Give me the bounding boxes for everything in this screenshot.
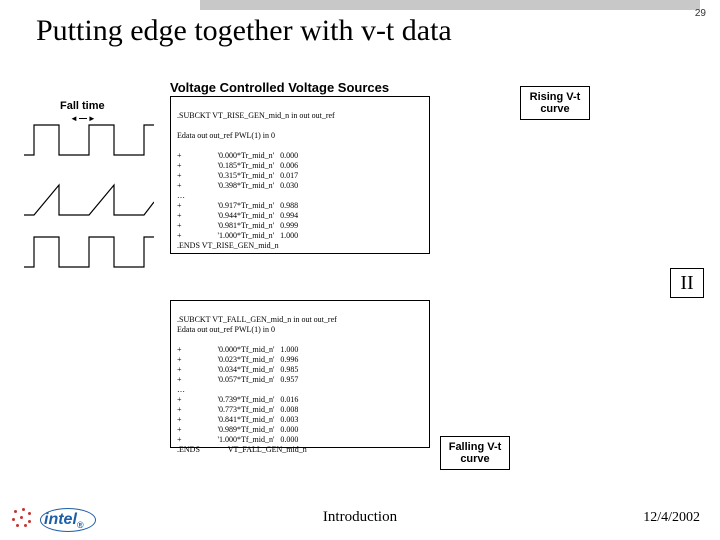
code-line: + '1.000*Tr_mid_n' 1.000 — [177, 231, 298, 240]
square-wave-1 — [24, 120, 154, 160]
section-marker-II: II — [670, 268, 704, 298]
code-line: + '1.000*Tf_mid_n' 0.000 — [177, 435, 298, 444]
code-line: .ENDS VT_FALL_GEN_mid_n — [177, 445, 307, 454]
code-line: + '0.000*Tr_mid_n' 0.000 — [177, 151, 298, 160]
square-wave-2 — [24, 232, 154, 272]
intel-logo: intel® — [44, 511, 84, 530]
code-line: + '0.989*Tf_mid_n' 0.000 — [177, 425, 298, 434]
logo-dot-grid — [12, 508, 34, 530]
footer-center: Introduction — [323, 509, 397, 526]
code-line: Edata out out_ref PWL(1) in 0 — [177, 325, 275, 334]
code-line: + '0.739*Tf_mid_n' 0.016 — [177, 395, 298, 404]
code-line: .ENDS VT_RISE_GEN_mid_n — [177, 241, 279, 250]
code-line: … — [177, 385, 185, 394]
code-line: + '0.981*Tr_mid_n' 0.999 — [177, 221, 298, 230]
code-line: + '0.917*Tr_mid_n' 0.988 — [177, 201, 298, 210]
top-shadow — [200, 0, 700, 10]
code-line: .SUBCKT VT_FALL_GEN_mid_n in out out_ref — [177, 315, 337, 324]
code-line: + '0.034*Tf_mid_n' 0.985 — [177, 365, 298, 374]
falling-curve-label: Falling V-t curve — [440, 436, 510, 470]
ramp-wave-1 — [24, 180, 154, 220]
footer-date: 12/4/2002 — [643, 510, 700, 526]
section-heading: Voltage Controlled Voltage Sources — [170, 80, 389, 95]
rising-curve-label: Rising V-t curve — [520, 86, 590, 120]
code-line: + '0.841*Tf_mid_n' 0.003 — [177, 415, 298, 424]
code-line: + '0.773*Tf_mid_n' 0.008 — [177, 405, 298, 414]
fall-subckt-code: .SUBCKT VT_FALL_GEN_mid_n in out out_ref… — [170, 300, 430, 448]
fall-time-label: Fall time — [60, 100, 105, 112]
page-number: 29 — [695, 8, 706, 19]
slide-title: Putting edge together with v-t data — [36, 14, 452, 48]
code-line: … — [177, 191, 185, 200]
code-line: + '0.185*Tr_mid_n' 0.006 — [177, 161, 298, 170]
code-line: + '0.944*Tr_mid_n' 0.994 — [177, 211, 298, 220]
code-line: + '0.000*Tf_mid_n' 1.000 — [177, 345, 298, 354]
rise-subckt-code: .SUBCKT VT_RISE_GEN_mid_n in out out_ref… — [170, 96, 430, 254]
code-line: + '0.315*Tr_mid_n' 0.017 — [177, 171, 298, 180]
code-line: + '0.023*Tf_mid_n' 0.996 — [177, 355, 298, 364]
code-line: Edata out out_ref PWL(1) in 0 — [177, 131, 275, 140]
code-line: .SUBCKT VT_RISE_GEN_mid_n in out out_ref — [177, 111, 335, 120]
code-line: + '0.057*Tf_mid_n' 0.957 — [177, 375, 298, 384]
code-line: + '0.398*Tr_mid_n' 0.030 — [177, 181, 298, 190]
